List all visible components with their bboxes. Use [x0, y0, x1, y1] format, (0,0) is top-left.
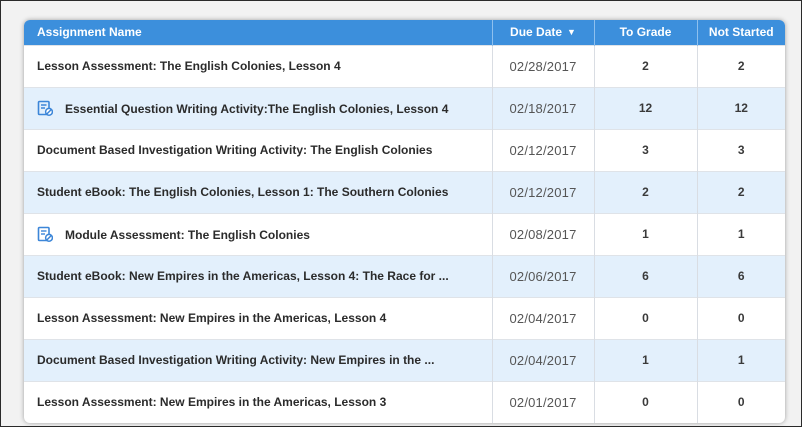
due-date-cell: 02/04/2017 — [491, 296, 594, 339]
table-row[interactable]: Lesson Assessment: The English Colonies,… — [24, 44, 785, 87]
column-header-assignment-name[interactable]: Assignment Name — [24, 20, 492, 45]
table-row[interactable]: Student eBook: The English Colonies, Les… — [24, 170, 785, 213]
not-started-count[interactable]: 1 — [696, 338, 785, 381]
assignment-name-cell: Student eBook: The English Colonies, Les… — [24, 170, 492, 213]
assignment-name-link[interactable]: Lesson Assessment: New Empires in the Am… — [37, 395, 386, 409]
due-date-cell: 02/01/2017 — [491, 380, 594, 423]
to-grade-count[interactable]: 0 — [593, 296, 697, 339]
assignment-name-cell: Document Based Investigation Writing Act… — [24, 128, 492, 171]
not-started-count[interactable]: 2 — [696, 170, 785, 213]
column-header-label: Assignment Name — [37, 25, 142, 40]
to-grade-count[interactable]: 0 — [593, 380, 697, 423]
not-started-count[interactable]: 3 — [696, 128, 785, 171]
to-grade-count[interactable]: 3 — [593, 128, 697, 171]
assignment-name-cell: Document Based Investigation Writing Act… — [24, 338, 492, 381]
to-grade-count[interactable]: 1 — [593, 338, 697, 381]
due-date-cell: 02/06/2017 — [491, 254, 594, 297]
due-date-cell: 02/08/2017 — [491, 212, 594, 255]
to-grade-count[interactable]: 2 — [593, 170, 697, 213]
due-date-cell: 02/04/2017 — [491, 338, 594, 381]
assignment-name-cell: Lesson Assessment: New Empires in the Am… — [24, 380, 492, 423]
edit-assignment-icon — [37, 100, 54, 116]
table-row[interactable]: Document Based Investigation Writing Act… — [24, 338, 785, 381]
to-grade-count[interactable]: 12 — [593, 86, 697, 129]
not-started-count[interactable]: 12 — [696, 86, 785, 129]
not-started-count[interactable]: 0 — [696, 380, 785, 423]
due-date-cell: 02/12/2017 — [491, 170, 594, 213]
assignment-name-cell: Lesson Assessment: The English Colonies,… — [24, 44, 492, 87]
due-date-cell: 02/12/2017 — [491, 128, 594, 171]
due-date-cell: 02/28/2017 — [491, 44, 594, 87]
column-header-due-date[interactable]: Due Date ▼ — [491, 20, 594, 45]
assignment-name-link[interactable]: Student eBook: The English Colonies, Les… — [37, 185, 448, 199]
column-header-to-grade[interactable]: To Grade — [593, 20, 697, 45]
not-started-count[interactable]: 6 — [696, 254, 785, 297]
assignments-card: Assignment Name Due Date ▼ To Grade Not S… — [24, 20, 785, 423]
table-header-row: Assignment Name Due Date ▼ To Grade Not S… — [24, 20, 785, 45]
column-header-label: To Grade — [619, 25, 672, 40]
table-row[interactable]: Document Based Investigation Writing Act… — [24, 128, 785, 171]
assignment-name-link[interactable]: Document Based Investigation Writing Act… — [37, 143, 432, 157]
table-row[interactable]: Lesson Assessment: New Empires in the Am… — [24, 380, 785, 423]
to-grade-count[interactable]: 2 — [593, 44, 697, 87]
assignment-name-cell: Lesson Assessment: New Empires in the Am… — [24, 296, 492, 339]
not-started-count[interactable]: 0 — [696, 296, 785, 339]
table-row[interactable]: Lesson Assessment: New Empires in the Am… — [24, 296, 785, 339]
assignments-table: Assignment Name Due Date ▼ To Grade Not S… — [24, 20, 785, 423]
table-row[interactable]: Module Assessment: The English Colonies 0… — [24, 212, 785, 255]
assignment-name-link[interactable]: Student eBook: New Empires in the Americ… — [37, 269, 449, 283]
column-header-label: Due Date — [510, 25, 563, 40]
column-header-label: Not Started — [708, 25, 774, 40]
due-date-cell: 02/18/2017 — [491, 86, 594, 129]
column-header-not-started[interactable]: Not Started — [696, 20, 785, 45]
assignment-name-link[interactable]: Essential Question Writing Activity:The … — [65, 102, 448, 116]
caret-down-icon: ▼ — [567, 27, 576, 38]
to-grade-count[interactable]: 1 — [593, 212, 697, 255]
not-started-count[interactable]: 1 — [696, 212, 785, 255]
edit-assignment-icon — [37, 226, 54, 242]
assignment-name-cell: Student eBook: New Empires in the Americ… — [24, 254, 492, 297]
to-grade-count[interactable]: 6 — [593, 254, 697, 297]
assignment-name-cell: Essential Question Writing Activity:The … — [24, 86, 492, 129]
assignment-name-link[interactable]: Module Assessment: The English Colonies — [65, 228, 310, 242]
not-started-count[interactable]: 2 — [696, 44, 785, 87]
assignment-name-cell: Module Assessment: The English Colonies — [24, 212, 492, 255]
assignment-name-link[interactable]: Lesson Assessment: New Empires in the Am… — [37, 311, 386, 325]
table-row[interactable]: Essential Question Writing Activity:The … — [24, 86, 785, 129]
assignment-name-link[interactable]: Lesson Assessment: The English Colonies,… — [37, 59, 341, 73]
assignment-name-link[interactable]: Document Based Investigation Writing Act… — [37, 353, 434, 367]
table-row[interactable]: Student eBook: New Empires in the Americ… — [24, 254, 785, 297]
screenshot-frame: Assignment Name Due Date ▼ To Grade Not S… — [0, 0, 802, 427]
